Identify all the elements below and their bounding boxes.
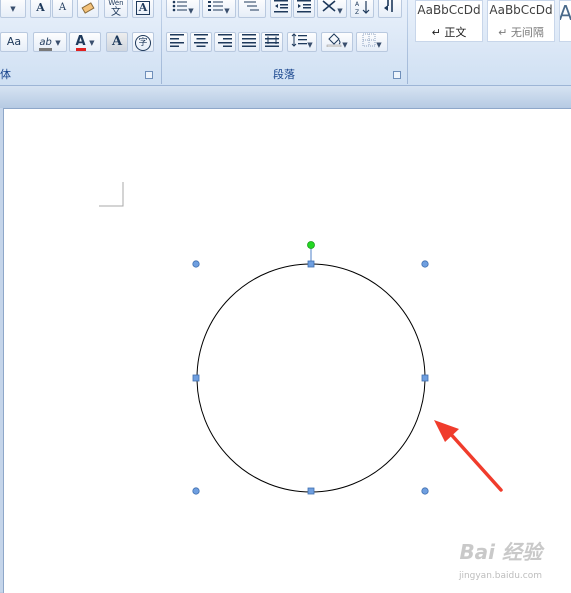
- align-left-icon: [170, 34, 184, 47]
- watermark: Bai 经验: [459, 540, 542, 564]
- sort-button[interactable]: AZ: [350, 0, 374, 18]
- shading-button[interactable]: ▼: [321, 32, 353, 52]
- align-right-icon: [218, 34, 232, 47]
- font-size-dropdown[interactable]: ▼: [0, 0, 26, 18]
- eraser-icon: [81, 2, 95, 14]
- paragraph-mark-icon: [384, 0, 393, 12]
- style-no-spacing[interactable]: AaBbCcDd ↵ 无间隔: [487, 0, 555, 42]
- borders-icon: [362, 33, 376, 47]
- numbering-button[interactable]: ▼: [202, 0, 236, 18]
- bullet-list-icon: [172, 0, 188, 12]
- paragraph-group-label: 段落: [273, 68, 295, 81]
- align-right-button[interactable]: [214, 32, 236, 52]
- line-spacing-button[interactable]: ▼: [287, 32, 317, 52]
- decrease-indent-icon: [274, 0, 288, 13]
- style-sample: AaBbCcDd: [489, 3, 553, 17]
- grow-font-button[interactable]: A: [30, 0, 51, 18]
- chevron-down-icon: ▼: [89, 39, 95, 47]
- enclose-icon: 字: [135, 35, 151, 51]
- decrease-indent-button[interactable]: [270, 0, 292, 18]
- watermark-url: jingyan.baidu.com: [458, 571, 542, 581]
- chevron-down-icon: ▼: [307, 41, 313, 49]
- chevron-down-icon: ▼: [55, 39, 61, 47]
- char-border-button[interactable]: A: [132, 0, 154, 18]
- circle-shape[interactable]: [196, 263, 426, 493]
- margin-corner-mark: [99, 182, 124, 207]
- paint-bucket-icon: [327, 33, 342, 48]
- numbered-list-icon: [208, 1, 224, 11]
- canvas: [99, 182, 503, 495]
- char-border-letter: A: [135, 1, 151, 15]
- shrink-font-button[interactable]: A: [52, 0, 73, 18]
- chevron-down-icon: ▼: [337, 7, 343, 15]
- chevron-down-icon: ▼: [376, 41, 382, 49]
- align-center-button[interactable]: [190, 32, 212, 52]
- align-center-icon: [194, 34, 208, 47]
- phonetic-guide-button[interactable]: Wén 文: [104, 0, 128, 18]
- workspace-background: [0, 86, 571, 108]
- resize-handle-bottom-left[interactable]: [192, 487, 200, 495]
- style-heading-partial[interactable]: A: [559, 0, 571, 42]
- chevron-down-icon: ▼: [342, 41, 348, 49]
- font-color-button[interactable]: A ▼: [69, 32, 101, 52]
- style-normal[interactable]: AaBbCcDd ↵ 正文: [415, 0, 483, 42]
- style-sample: AaBbCcDd: [417, 3, 481, 17]
- svg-text:A: A: [355, 1, 360, 8]
- align-left-button[interactable]: [166, 32, 188, 52]
- highlight-color-button[interactable]: ab ▼: [33, 32, 67, 52]
- distributed-icon: [265, 34, 279, 47]
- phonetic-bottom: 文: [111, 7, 121, 18]
- multilevel-list-icon: [244, 1, 259, 11]
- bullets-button[interactable]: ▼: [166, 0, 200, 18]
- line-spacing-icon: [291, 33, 308, 47]
- increase-indent-icon: [297, 0, 311, 13]
- resize-handle-top-right[interactable]: [421, 260, 429, 268]
- svg-text:Z: Z: [355, 9, 359, 15]
- resize-handle-top-left[interactable]: [192, 260, 200, 268]
- resize-handle-top[interactable]: [307, 260, 315, 268]
- chinese-layout-button[interactable]: ▼: [317, 0, 347, 18]
- multilevel-list-button[interactable]: [238, 0, 266, 18]
- char-shading-button[interactable]: A: [106, 32, 128, 52]
- highlight-icon: ab: [39, 38, 52, 51]
- style-sample: A: [560, 1, 571, 25]
- distributed-button[interactable]: [261, 32, 283, 52]
- show-marks-button[interactable]: [378, 0, 402, 18]
- red-arrow-annotation: [434, 420, 503, 492]
- style-name: ↵ 无间隔: [498, 26, 544, 39]
- resize-handle-right[interactable]: [421, 374, 429, 382]
- paragraph-dialog-launcher[interactable]: [393, 71, 401, 79]
- change-case-button[interactable]: Aa: [0, 32, 28, 52]
- ribbon: ▼ A A Wén 文 A Aa ab ▼ A ▼ A 字 体 ▼ ▼ ▼ A …: [0, 0, 571, 86]
- group-separator: [407, 0, 408, 84]
- enclose-characters-button[interactable]: 字: [132, 32, 154, 52]
- borders-button[interactable]: ▼: [356, 32, 388, 52]
- increase-indent-button[interactable]: [293, 0, 315, 18]
- resize-handle-bottom[interactable]: [307, 487, 315, 495]
- chinese-layout-icon: [322, 0, 336, 12]
- font-color-icon: A: [75, 34, 86, 51]
- document-page[interactable]: Bai 经验 jingyan.baidu.com: [3, 108, 571, 593]
- resize-handle-bottom-right[interactable]: [421, 487, 429, 495]
- clear-format-button[interactable]: [77, 0, 99, 18]
- justify-button[interactable]: [238, 32, 260, 52]
- style-name: ↵ 正文: [431, 26, 467, 39]
- font-dialog-launcher[interactable]: [145, 71, 153, 79]
- justify-icon: [242, 34, 256, 47]
- chevron-down-icon: ▼: [224, 7, 230, 15]
- sort-icon: AZ: [355, 1, 370, 16]
- font-group-label: 体: [0, 68, 11, 81]
- chevron-down-icon: ▼: [188, 7, 194, 15]
- rotation-handle[interactable]: [307, 241, 315, 249]
- resize-handle-left[interactable]: [192, 374, 200, 382]
